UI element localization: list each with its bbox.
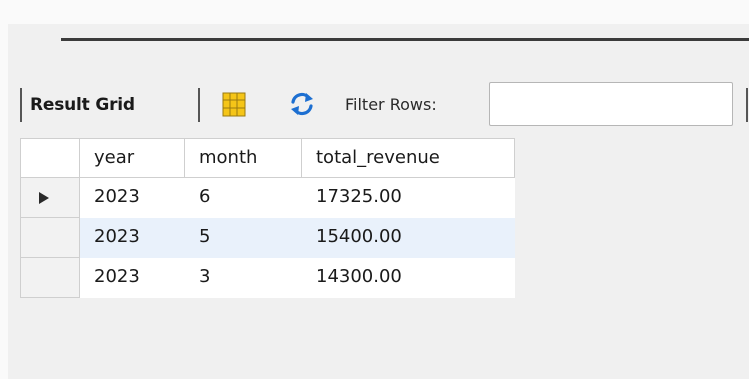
cell-month[interactable]: 6 — [185, 178, 302, 218]
result-grid: year month total_revenue 2023 6 17325.00… — [20, 138, 515, 320]
cell-year[interactable]: 2023 — [80, 258, 185, 298]
cell-year[interactable]: 2023 — [80, 178, 185, 218]
cell-total-revenue[interactable]: 14300.00 — [302, 258, 515, 298]
refresh-icon[interactable] — [288, 91, 316, 117]
row-indicator[interactable] — [20, 178, 80, 218]
result-grid-tab[interactable]: Result Grid — [30, 95, 135, 115]
cell-month[interactable]: 5 — [185, 218, 302, 258]
toolbar-separator — [746, 88, 748, 122]
filter-rows-input[interactable] — [489, 82, 733, 126]
row-indicator[interactable] — [20, 258, 80, 298]
column-header-total-revenue[interactable]: total_revenue — [302, 138, 515, 178]
result-toolbar: Result Grid Filter Rows: — [0, 80, 749, 130]
grid-header-row: year month total_revenue — [20, 138, 515, 178]
grid-layout-icon[interactable] — [222, 92, 246, 117]
header-corner[interactable] — [20, 138, 80, 178]
column-header-year[interactable]: year — [80, 138, 185, 178]
divider-line — [61, 38, 749, 41]
current-row-arrow-icon — [39, 192, 49, 204]
editor-area — [0, 0, 749, 24]
cell-total-revenue[interactable]: 15400.00 — [302, 218, 515, 258]
table-row[interactable]: 2023 6 17325.00 — [20, 178, 515, 218]
left-margin — [0, 24, 8, 379]
table-row[interactable]: 2023 3 14300.00 — [20, 258, 515, 298]
row-indicator[interactable] — [20, 218, 80, 258]
toolbar-separator — [198, 88, 200, 122]
filter-rows-label: Filter Rows: — [345, 95, 437, 114]
cell-year[interactable]: 2023 — [80, 218, 185, 258]
toolbar-separator — [20, 88, 22, 122]
cell-month[interactable]: 3 — [185, 258, 302, 298]
table-row[interactable]: 2023 5 15400.00 — [20, 218, 515, 258]
cell-total-revenue[interactable]: 17325.00 — [302, 178, 515, 218]
column-header-month[interactable]: month — [185, 138, 302, 178]
